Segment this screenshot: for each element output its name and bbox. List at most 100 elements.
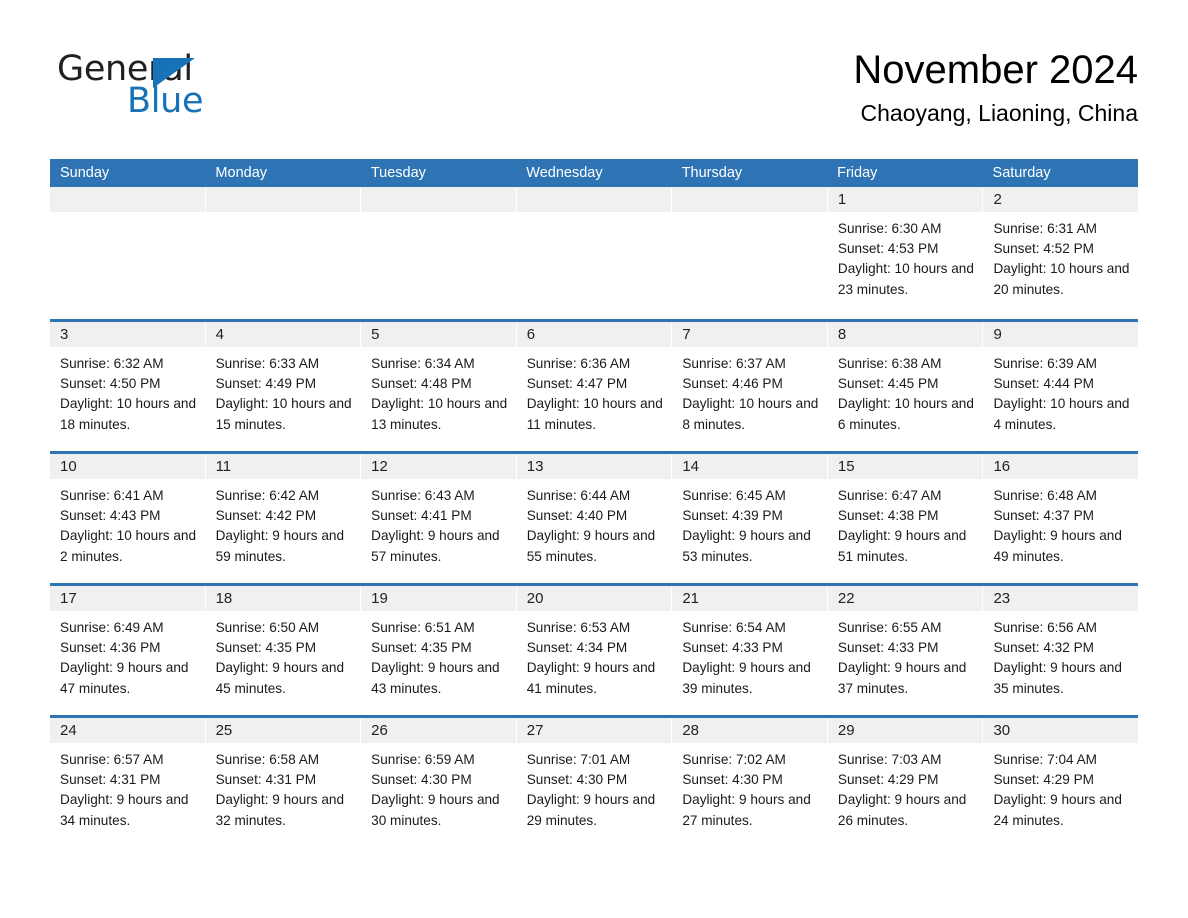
- sunrise-text: Sunrise: 6:50 AM: [215, 620, 320, 635]
- calendar-day-cell[interactable]: 2 Sunrise: 6:31 AM Sunset: 4:52 PM Daylight…: [983, 187, 1139, 319]
- day-number-strip: 21: [672, 586, 827, 611]
- day-number-strip: 20: [516, 586, 672, 611]
- sunset-text: Sunset: 4:30 PM: [371, 772, 472, 788]
- calendar-day-cell[interactable]: 26 Sunrise: 6:59 AM Sunset: 4:30 PM Dayligh…: [361, 718, 517, 847]
- daylight-text: Daylight: 10 hours and 13 minutes.: [371, 396, 508, 432]
- calendar-day-cell[interactable]: 25 Sunrise: 6:58 AM Sunset: 4:31 PM Dayligh…: [205, 718, 362, 847]
- calendar-day-cell[interactable]: 23 Sunrise: 6:56 AM Sunset: 4:32 PM Dayligh…: [983, 586, 1139, 715]
- day-sun-info: Sunrise: 6:41 AM Sunset: 4:43 PM Daylight:…: [50, 479, 205, 567]
- calendar-day-cell[interactable]: 20 Sunrise: 6:53 AM Sunset: 4:34 PM Dayligh…: [516, 586, 673, 715]
- daylight-text: Daylight: 9 hours and 32 minutes.: [215, 792, 345, 828]
- day-number: 18: [215, 590, 233, 607]
- day-number: 13: [526, 458, 544, 475]
- daylight-text: Daylight: 9 hours and 35 minutes.: [993, 660, 1122, 696]
- calendar-day-cell[interactable]: 12 Sunrise: 6:43 AM Sunset: 4:41 PM Dayligh…: [361, 454, 517, 583]
- calendar-day-cell[interactable]: 7 Sunrise: 6:37 AM Sunset: 4:46 PM Daylight…: [672, 322, 828, 451]
- day-number: 30: [993, 722, 1011, 739]
- calendar-day-cell[interactable]: 29 Sunrise: 7:03 AM Sunset: 4:29 PM Dayligh…: [827, 718, 984, 847]
- weekday-header-row: Sunday Monday Tuesday Wednesday Thursday…: [50, 159, 1138, 187]
- day-number: 12: [371, 458, 388, 475]
- sunrise-text: Sunrise: 6:55 AM: [837, 620, 942, 635]
- calendar-week-row: 10 Sunrise: 6:41 AM Sunset: 4:43 PM Dayligh…: [50, 451, 1139, 583]
- calendar-day-cell[interactable]: 19 Sunrise: 6:51 AM Sunset: 4:35 PM Dayligh…: [361, 586, 517, 715]
- calendar-day-cell[interactable]: 30 Sunrise: 7:04 AM Sunset: 4:29 PM Dayligh…: [983, 718, 1139, 847]
- sunset-text: Sunset: 4:42 PM: [215, 508, 317, 524]
- day-number-strip: 9: [983, 322, 1139, 347]
- daylight-text: Daylight: 10 hours and 2 minutes.: [60, 528, 197, 564]
- sunrise-text: Sunrise: 6:47 AM: [837, 488, 942, 503]
- calendar-day-cell[interactable]: 22 Sunrise: 6:55 AM Sunset: 4:33 PM Dayligh…: [827, 586, 984, 715]
- day-sun-info: Sunrise: 7:04 AM Sunset: 4:29 PM Daylight:…: [983, 743, 1138, 831]
- logo-text-blue: Blue: [127, 81, 204, 121]
- sunrise-text: Sunrise: 6:42 AM: [215, 488, 320, 503]
- calendar-day-cell[interactable]: 21 Sunrise: 6:54 AM Sunset: 4:33 PM Dayligh…: [672, 586, 828, 715]
- day-number-strip: 5: [361, 322, 516, 347]
- sunset-text: Sunset: 4:49 PM: [215, 376, 317, 392]
- day-number-strip: [672, 187, 827, 212]
- calendar-day-cell[interactable]: 17 Sunrise: 6:49 AM Sunset: 4:36 PM Dayligh…: [50, 586, 206, 715]
- calendar-day-cell[interactable]: 1 Sunrise: 6:30 AM Sunset: 4:53 PM Daylight…: [827, 187, 984, 319]
- day-number-strip: 26: [361, 718, 516, 743]
- day-number-strip: 4: [205, 322, 361, 347]
- calendar-weeks: 1 Sunrise: 6:30 AM Sunset: 4:53 PM Daylight…: [50, 187, 1139, 847]
- general-blue-logo[interactable]: General Blue: [57, 52, 317, 132]
- sunrise-text: Sunrise: 6:44 AM: [526, 488, 631, 503]
- day-sun-info: Sunrise: 7:02 AM Sunset: 4:30 PM Daylight:…: [672, 743, 827, 831]
- sunset-text: Sunset: 4:33 PM: [837, 640, 939, 656]
- sunset-text: Sunset: 4:37 PM: [993, 508, 1094, 524]
- daylight-text: Daylight: 10 hours and 15 minutes.: [215, 396, 352, 432]
- calendar-day-cell[interactable]: 3 Sunrise: 6:32 AM Sunset: 4:50 PM Daylight…: [50, 322, 206, 451]
- daylight-text: Daylight: 9 hours and 45 minutes.: [215, 660, 345, 696]
- calendar-day-cell[interactable]: 11 Sunrise: 6:42 AM Sunset: 4:42 PM Dayligh…: [205, 454, 362, 583]
- day-sun-info: Sunrise: 6:49 AM Sunset: 4:36 PM Daylight:…: [50, 611, 205, 699]
- sunrise-text: Sunrise: 6:34 AM: [371, 356, 475, 371]
- day-sun-info: Sunrise: 6:58 AM Sunset: 4:31 PM Daylight:…: [206, 743, 361, 831]
- sunset-text: Sunset: 4:52 PM: [993, 241, 1094, 257]
- day-sun-info: Sunrise: 6:32 AM Sunset: 4:50 PM Daylight:…: [50, 347, 205, 435]
- day-number-strip: 19: [361, 586, 516, 611]
- location-subtitle: Chaoyang, Liaoning, China: [860, 100, 1138, 126]
- day-sun-info: Sunrise: 6:39 AM Sunset: 4:44 PM Daylight:…: [983, 347, 1138, 435]
- day-number-strip: 16: [983, 454, 1139, 479]
- sunset-text: Sunset: 4:29 PM: [837, 772, 939, 788]
- daylight-text: Daylight: 10 hours and 18 minutes.: [60, 396, 197, 432]
- calendar-day-cell[interactable]: 9 Sunrise: 6:39 AM Sunset: 4:44 PM Daylight…: [983, 322, 1139, 451]
- day-sun-info: Sunrise: 6:45 AM Sunset: 4:39 PM Daylight:…: [672, 479, 827, 567]
- sunrise-text: Sunrise: 6:37 AM: [682, 356, 786, 371]
- calendar-week-row: 24 Sunrise: 6:57 AM Sunset: 4:31 PM Dayligh…: [50, 715, 1139, 847]
- sunset-text: Sunset: 4:50 PM: [60, 376, 161, 392]
- day-sun-info: Sunrise: 7:03 AM Sunset: 4:29 PM Daylight:…: [828, 743, 983, 831]
- day-sun-info: Sunrise: 6:51 AM Sunset: 4:35 PM Daylight:…: [361, 611, 516, 699]
- calendar-day-cell[interactable]: 15 Sunrise: 6:47 AM Sunset: 4:38 PM Dayligh…: [827, 454, 984, 583]
- sunset-text: Sunset: 4:47 PM: [526, 376, 628, 392]
- day-sun-info: Sunrise: 6:36 AM Sunset: 4:47 PM Daylight:…: [517, 347, 672, 435]
- calendar-day-cell[interactable]: 18 Sunrise: 6:50 AM Sunset: 4:35 PM Dayligh…: [205, 586, 362, 715]
- calendar-page: General Blue November 2024 Chaoyang, Lia…: [0, 0, 1188, 918]
- sunset-text: Sunset: 4:33 PM: [682, 640, 783, 656]
- calendar-day-cell[interactable]: 4 Sunrise: 6:33 AM Sunset: 4:49 PM Daylight…: [205, 322, 362, 451]
- calendar-day-cell[interactable]: 24 Sunrise: 6:57 AM Sunset: 4:31 PM Dayligh…: [50, 718, 206, 847]
- day-number-strip: 3: [50, 322, 205, 347]
- calendar-day-cell[interactable]: 16 Sunrise: 6:48 AM Sunset: 4:37 PM Dayligh…: [983, 454, 1139, 583]
- calendar-day-cell-empty: [672, 187, 828, 319]
- day-number-strip: 28: [672, 718, 827, 743]
- calendar-day-cell[interactable]: 28 Sunrise: 7:02 AM Sunset: 4:30 PM Dayligh…: [672, 718, 828, 847]
- calendar-day-cell-empty: [361, 187, 517, 319]
- sunrise-text: Sunrise: 6:53 AM: [526, 620, 631, 635]
- calendar-day-cell[interactable]: 13 Sunrise: 6:44 AM Sunset: 4:40 PM Dayligh…: [516, 454, 673, 583]
- day-number-strip: 27: [516, 718, 672, 743]
- day-number: 27: [526, 722, 544, 739]
- calendar-day-cell[interactable]: 5 Sunrise: 6:34 AM Sunset: 4:48 PM Daylight…: [361, 322, 517, 451]
- day-number: 25: [215, 722, 233, 739]
- daylight-text: Daylight: 10 hours and 6 minutes.: [837, 396, 974, 432]
- calendar-day-cell[interactable]: 8 Sunrise: 6:38 AM Sunset: 4:45 PM Daylight…: [827, 322, 984, 451]
- calendar-day-cell[interactable]: 14 Sunrise: 6:45 AM Sunset: 4:39 PM Dayligh…: [672, 454, 828, 583]
- day-sun-info: Sunrise: 6:33 AM Sunset: 4:49 PM Daylight:…: [206, 347, 361, 435]
- day-number: 20: [526, 590, 544, 607]
- calendar-day-cell[interactable]: 27 Sunrise: 7:01 AM Sunset: 4:30 PM Dayligh…: [516, 718, 673, 847]
- day-number-strip: 10: [50, 454, 205, 479]
- calendar-day-cell[interactable]: 10 Sunrise: 6:41 AM Sunset: 4:43 PM Dayligh…: [50, 454, 206, 583]
- calendar-day-cell[interactable]: 6 Sunrise: 6:36 AM Sunset: 4:47 PM Daylight…: [516, 322, 673, 451]
- day-number-strip: 11: [205, 454, 361, 479]
- day-sun-info: Sunrise: 6:47 AM Sunset: 4:38 PM Daylight:…: [828, 479, 983, 567]
